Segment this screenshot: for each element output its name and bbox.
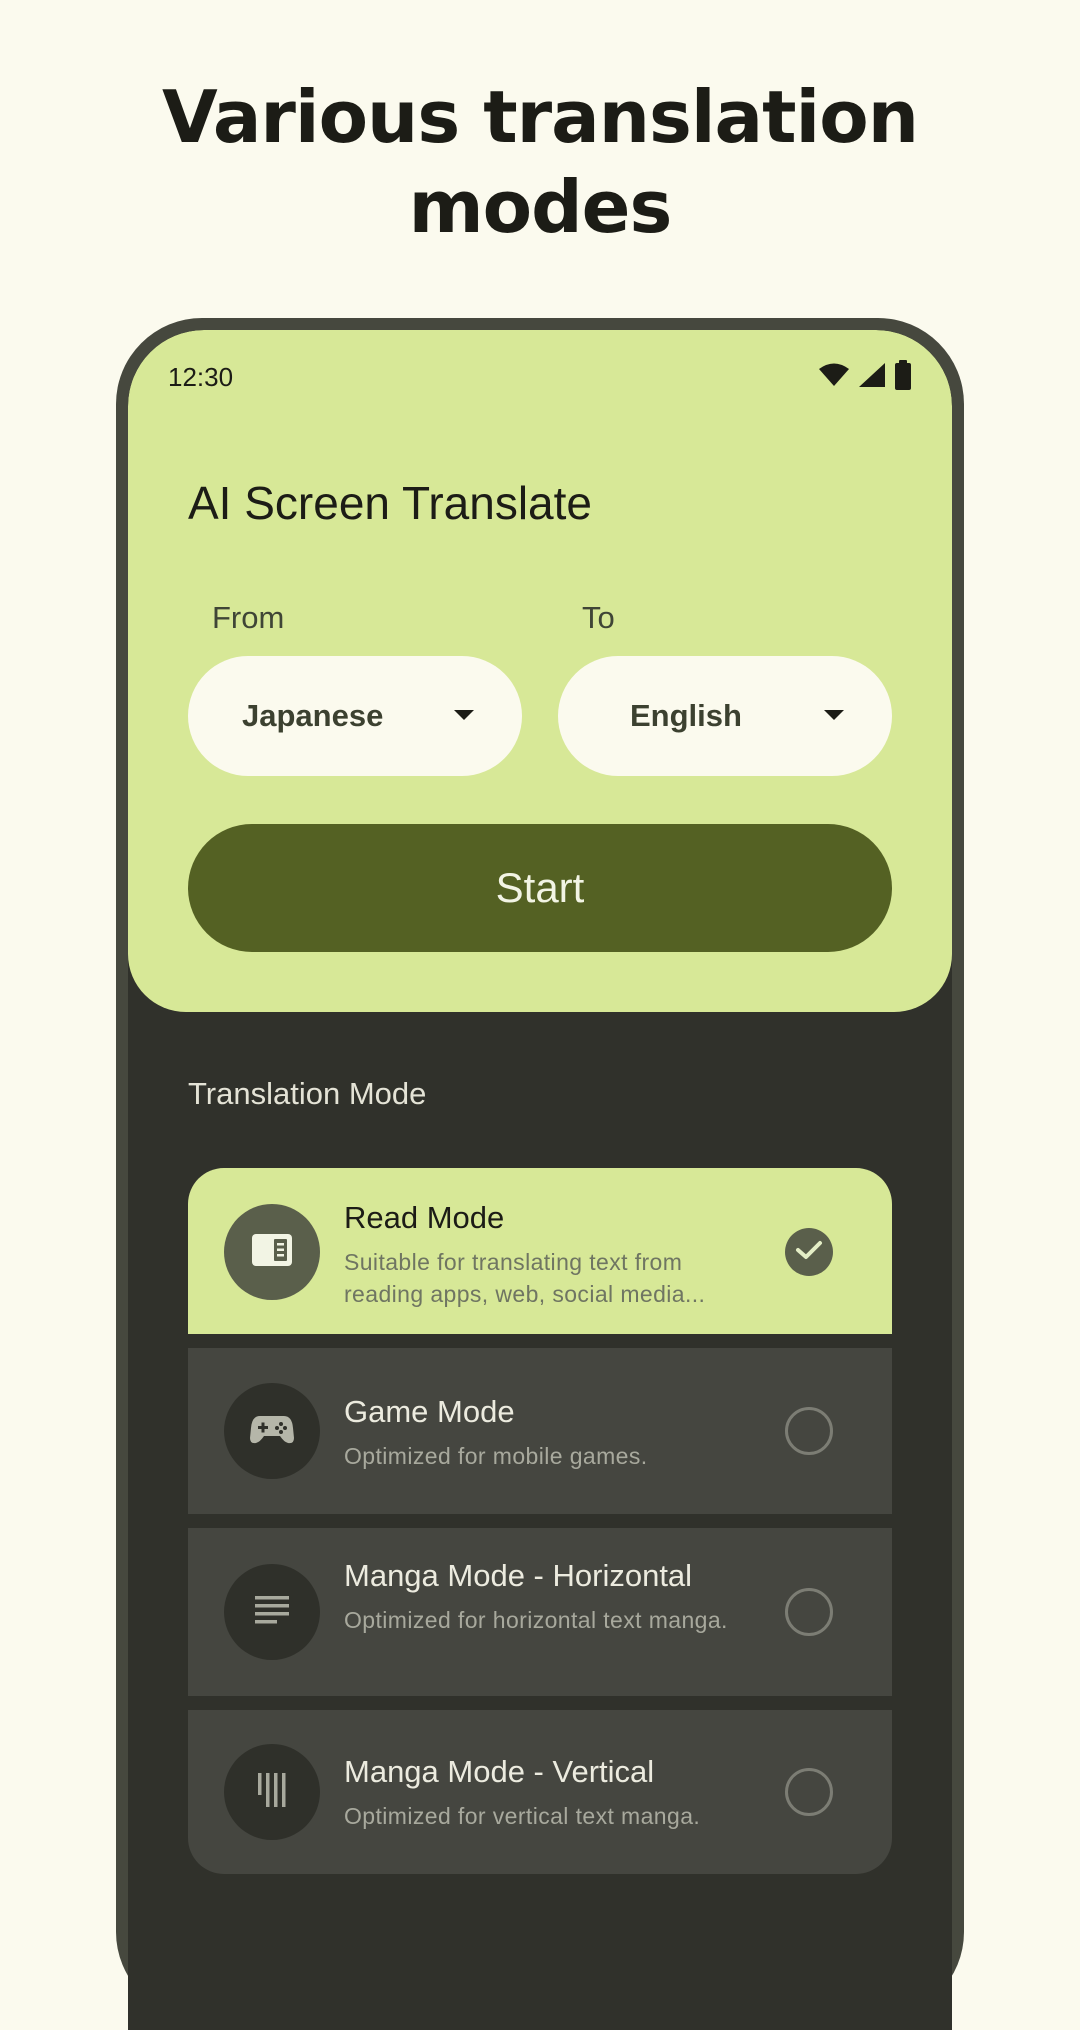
mode-icon-container xyxy=(224,1564,320,1660)
vertical-lines-icon xyxy=(258,1772,286,1812)
to-language-select[interactable]: English xyxy=(558,656,892,776)
mode-name: Game Mode xyxy=(344,1394,515,1429)
gamepad-icon xyxy=(250,1414,294,1449)
radio-selected[interactable] xyxy=(785,1228,833,1276)
mode-name: Read Mode xyxy=(344,1200,505,1235)
promo-title-line1: Various translation xyxy=(162,75,919,159)
mode-icon-container xyxy=(224,1744,320,1840)
mode-description: Suitable for translating text from readi… xyxy=(344,1249,706,1307)
section-title: Translation Mode xyxy=(188,1076,427,1111)
horizontal-lines-icon xyxy=(255,1595,289,1629)
mode-icon-container xyxy=(224,1204,320,1300)
from-language-value: Japanese xyxy=(242,698,384,733)
top-panel: 12:30 AI Screen Translate From To Japane… xyxy=(128,330,952,1012)
from-language-select[interactable]: Japanese xyxy=(188,656,522,776)
mode-description: Optimized for mobile games. xyxy=(344,1443,648,1469)
app-title: AI Screen Translate xyxy=(188,477,592,529)
mode-description: Optimized for vertical text manga. xyxy=(344,1803,701,1829)
radio-unselected[interactable] xyxy=(785,1588,833,1636)
status-time: 12:30 xyxy=(168,362,234,392)
check-icon xyxy=(795,1239,823,1266)
mode-description: Optimized for horizontal text manga. xyxy=(344,1607,728,1633)
from-label: From xyxy=(212,600,285,635)
mode-card-manga-vertical[interactable]: Manga Mode - Vertical Optimized for vert… xyxy=(188,1710,892,1874)
promo-title-line2: modes xyxy=(408,165,673,249)
to-label: To xyxy=(582,600,615,635)
promo-title: Various translation modes xyxy=(0,72,1080,252)
chevron-down-icon xyxy=(454,710,474,720)
reader-icon xyxy=(252,1233,292,1271)
battery-icon xyxy=(894,360,912,395)
mode-card-manga-horizontal[interactable]: Manga Mode - Horizontal Optimized for ho… xyxy=(188,1528,892,1696)
mode-card-game[interactable]: Game Mode Optimized for mobile games. xyxy=(188,1348,892,1514)
radio-unselected[interactable] xyxy=(785,1768,833,1816)
mode-card-read[interactable]: Read Mode Suitable for translating text … xyxy=(188,1168,892,1334)
mode-icon-container xyxy=(224,1383,320,1479)
chevron-down-icon xyxy=(824,710,844,720)
mode-name: Manga Mode - Horizontal xyxy=(344,1558,693,1593)
signal-icon xyxy=(858,362,886,393)
to-language-value: English xyxy=(630,698,742,733)
status-icons xyxy=(818,360,912,395)
mode-name: Manga Mode - Vertical xyxy=(344,1754,655,1789)
radio-unselected[interactable] xyxy=(785,1407,833,1455)
wifi-icon xyxy=(818,362,850,393)
phone-screen: 12:30 AI Screen Translate From To Japane… xyxy=(128,330,952,2030)
start-button[interactable]: Start xyxy=(188,824,892,952)
